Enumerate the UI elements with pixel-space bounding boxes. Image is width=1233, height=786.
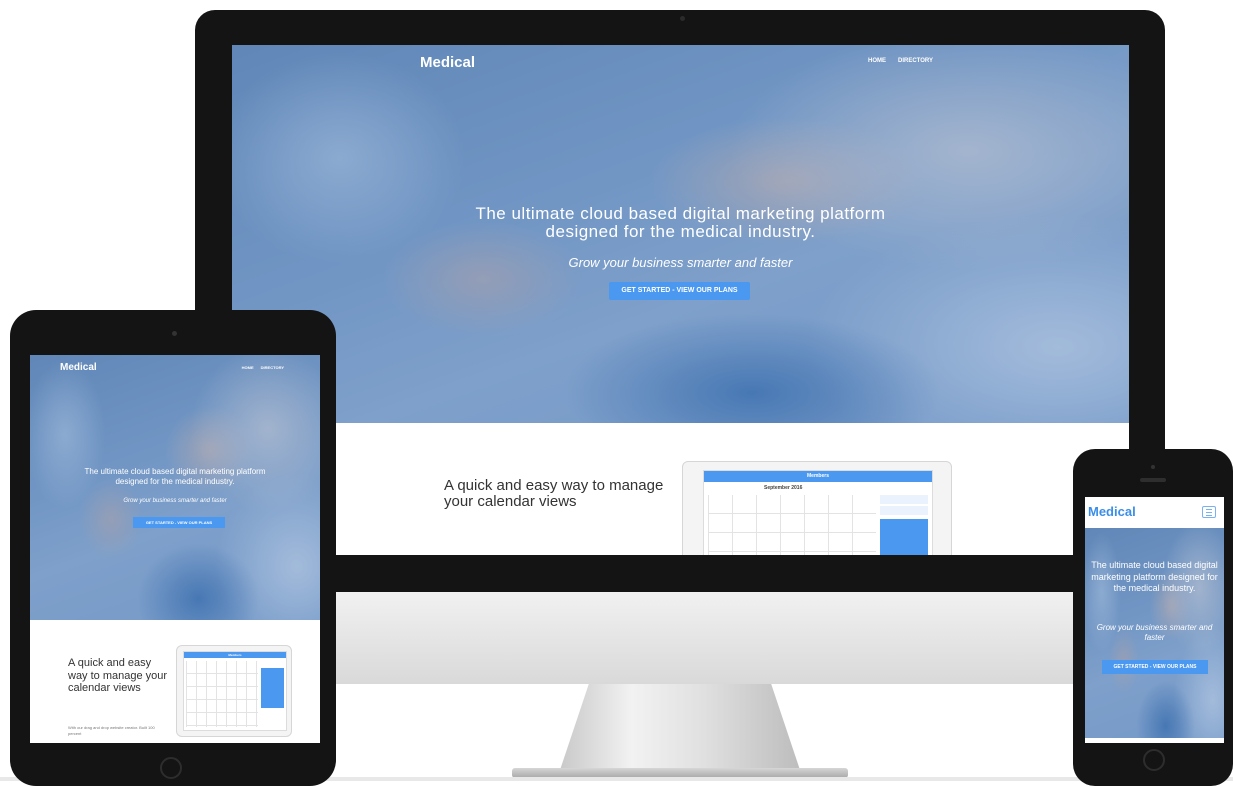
calendar-preview: Members	[176, 645, 292, 737]
camera-icon	[172, 331, 177, 336]
home-button	[160, 757, 182, 779]
feature-title: A quick and easy way to manage your cale…	[444, 477, 664, 510]
speaker-grille	[1140, 478, 1166, 482]
calendar-window: Members September 2016	[703, 470, 933, 555]
nav-item-directory[interactable]: DIRECTORY	[261, 365, 284, 370]
camera-icon	[680, 16, 685, 21]
calendar-month-label: September 2016	[764, 485, 803, 491]
desktop-screen: Medical HOME DIRECTORY The ultimate clou…	[232, 45, 1129, 555]
hero-section: Medical HOME DIRECTORY The ultimate clou…	[30, 355, 320, 620]
calendar-sidebar	[261, 668, 284, 708]
get-started-button[interactable]: GET STARTED - VIEW OUR PLANS	[609, 282, 750, 300]
calendar-grid	[186, 661, 258, 727]
logo[interactable]: Medical	[60, 362, 97, 373]
nav-item-home[interactable]: HOME	[868, 58, 886, 64]
calendar-title-bar: Members	[184, 652, 286, 658]
hero-headline-line2: designed for the medical industry.	[545, 222, 816, 241]
hero-overlay	[30, 355, 320, 620]
logo[interactable]: Medical	[1088, 504, 1136, 519]
hero-headline: The ultimate cloud based digital marketi…	[40, 467, 310, 487]
phone-screen: Medical The ultimate cloud based digital…	[1085, 497, 1224, 743]
logo[interactable]: Medical	[420, 54, 475, 71]
calendar-sidebar-row	[880, 506, 928, 515]
hero-headline-line2: designed for the medical industry.	[115, 477, 235, 486]
camera-icon	[1151, 465, 1155, 469]
hero-tagline: Grow your business smarter and faster	[123, 498, 227, 504]
hero-tagline: Grow your business smarter and faster	[568, 255, 793, 270]
hamburger-menu-icon[interactable]	[1202, 506, 1216, 518]
hero-headline: The ultimate cloud based digital marketi…	[232, 205, 1129, 241]
feature-title: A quick and easy way to manage your cale…	[68, 657, 168, 694]
nav-item-directory[interactable]: DIRECTORY	[898, 58, 933, 64]
hero-section: The ultimate cloud based digital marketi…	[1085, 528, 1224, 743]
get-started-button[interactable]: GET STARTED - VIEW OUR PLANS	[133, 517, 225, 528]
hero-headline: The ultimate cloud based digital marketi…	[1091, 560, 1218, 593]
feature-body: With our drag and drop website creator. …	[68, 725, 155, 736]
hero-tagline: Grow your business smarter and faster	[1096, 623, 1213, 642]
top-nav: HOME DIRECTORY	[242, 365, 284, 370]
get-started-button[interactable]: GET STARTED - VIEW OUR PLANS	[1102, 660, 1208, 674]
home-button	[1143, 749, 1165, 771]
imac-stand	[560, 684, 800, 770]
mobile-header: Medical	[1085, 497, 1224, 528]
calendar-sidebar-row	[880, 495, 928, 504]
section-divider	[1085, 738, 1224, 743]
tablet-screen: Medical HOME DIRECTORY The ultimate clou…	[30, 355, 320, 743]
imac-chin	[195, 592, 1165, 684]
hero-headline-line1: The ultimate cloud based digital marketi…	[84, 467, 266, 476]
calendar-preview: Members September 2016	[682, 461, 952, 555]
nav-item-home[interactable]: HOME	[242, 365, 254, 370]
hero-section: Medical HOME DIRECTORY The ultimate clou…	[232, 45, 1129, 423]
calendar-window: Members	[183, 651, 287, 731]
hero-headline-line1: The ultimate cloud based digital marketi…	[475, 204, 886, 223]
calendar-title-bar: Members	[704, 471, 932, 482]
calendar-sidebar	[880, 519, 928, 555]
top-nav: HOME DIRECTORY	[868, 58, 933, 64]
calendar-grid	[708, 495, 876, 555]
